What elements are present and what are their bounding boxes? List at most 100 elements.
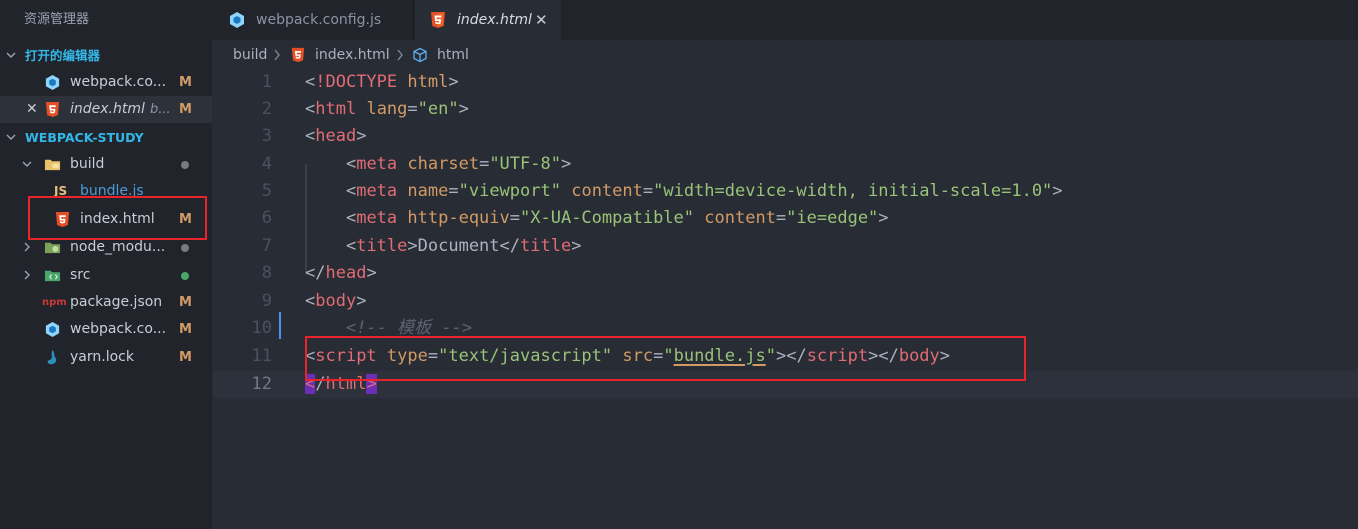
tree-item-src[interactable]: src <box>0 262 212 289</box>
line-number: 5 <box>261 181 272 201</box>
breadcrumb-item-build[interactable]: build <box>233 40 267 70</box>
code-line-current[interactable]: 12 </html> <box>213 371 1358 398</box>
line-number: 3 <box>261 126 272 146</box>
tab-label: webpack.config.js <box>256 12 382 28</box>
code-line[interactable]: 5 <meta name="viewport" content="width=d… <box>213 178 1358 205</box>
section-label: WEBPACK-STUDY <box>25 130 144 145</box>
file-name: webpack.co... <box>70 74 167 90</box>
line-number: 10 <box>251 318 272 338</box>
code-text: </html> <box>305 374 377 394</box>
js-icon: JS <box>54 184 68 198</box>
code-text: </head> <box>305 263 377 283</box>
code-text: <meta name="viewport" content="width=dev… <box>345 181 1063 201</box>
code-line[interactable]: 7 <title>Document</title> <box>213 233 1358 260</box>
html5-icon <box>55 211 70 228</box>
tree-item-webpack-config[interactable]: webpack.co... M <box>0 316 212 343</box>
code-text: <title>Document</title> <box>345 236 582 256</box>
status-dot <box>181 272 189 280</box>
line-number: 7 <box>261 236 272 256</box>
open-editor-item-index[interactable]: ✕ index.html b... M <box>0 96 212 123</box>
code-text: <script type="text/javascript" src="bund… <box>305 346 951 366</box>
webpack-icon <box>45 321 60 338</box>
html5-icon <box>431 12 445 28</box>
open-editor-item-webpack[interactable]: webpack.co... M <box>0 69 212 96</box>
file-name: build <box>70 156 105 172</box>
code-line[interactable]: 8 </head> <box>213 260 1358 287</box>
status-dot <box>181 244 189 252</box>
tree-item-node-modules[interactable]: node_modu... <box>0 234 212 261</box>
tree-item-package-json[interactable]: npm package.json M <box>0 289 212 316</box>
file-name: node_modu... <box>70 239 166 255</box>
tab-webpack-config[interactable]: webpack.config.js <box>214 0 414 40</box>
tree-item-yarn-lock[interactable]: yarn.lock M <box>0 344 212 371</box>
file-name: src <box>70 267 91 283</box>
webpack-icon <box>45 74 60 91</box>
explorer-sidebar: 打开的编辑器 webpack.co... M ✕ index.html b...… <box>0 40 212 529</box>
line-number: 2 <box>261 99 272 119</box>
html5-icon <box>45 101 60 118</box>
line-number: 12 <box>251 374 272 394</box>
code-text: <!DOCTYPE html> <box>305 72 459 92</box>
tree-item-build[interactable]: build <box>0 151 212 178</box>
breadcrumb-item-symbol[interactable]: html <box>437 40 469 70</box>
npm-icon: npm <box>42 297 67 308</box>
project-header[interactable]: WEBPACK-STUDY <box>0 124 212 151</box>
line-number: 1 <box>261 72 272 92</box>
html5-icon <box>291 47 305 63</box>
file-name: package.json <box>70 294 163 310</box>
chevron-right-icon <box>22 234 32 261</box>
build-folder-icon <box>44 159 61 171</box>
chevron-down-icon <box>22 151 32 178</box>
code-line[interactable]: 6 <meta http-equiv="X-UA-Compatible" con… <box>213 205 1358 232</box>
code-line[interactable]: 9 <body> <box>213 288 1358 315</box>
code-text: <head> <box>305 126 367 146</box>
tab-label: index.html <box>457 12 532 28</box>
tree-item-bundle-js[interactable]: JS bundle.js <box>0 178 212 205</box>
node-folder-icon <box>44 242 61 254</box>
code-text: <body> <box>305 291 367 311</box>
modified-badge: M <box>179 350 192 365</box>
chevron-down-icon <box>6 42 16 69</box>
code-line[interactable]: 4 <meta charset="UTF-8"> <box>213 151 1358 178</box>
file-name: index.html <box>80 211 155 227</box>
modified-badge: M <box>179 295 192 310</box>
code-text: <html lang="en"> <box>305 99 469 119</box>
file-name: webpack.co... <box>70 321 167 337</box>
chevron-down-icon <box>6 124 16 151</box>
code-editor[interactable]: build index.html html 1 <!DOCTYPE html> … <box>213 40 1358 529</box>
line-number: 11 <box>251 346 272 366</box>
line-number: 8 <box>261 263 272 283</box>
close-icon[interactable]: ✕ <box>26 96 38 123</box>
modified-badge: M <box>179 322 192 337</box>
status-dot <box>181 161 189 169</box>
line-number: 6 <box>261 208 272 228</box>
modified-badge: M <box>179 212 192 227</box>
line-number: 4 <box>261 154 272 174</box>
open-editors-header[interactable]: 打开的编辑器 <box>0 42 212 69</box>
modified-badge: M <box>179 102 192 117</box>
code-text: <meta http-equiv="X-UA-Compatible" conte… <box>345 208 889 228</box>
breadcrumb-item-file[interactable]: index.html <box>315 40 390 70</box>
breadcrumb: build index.html html <box>213 40 1358 70</box>
close-icon[interactable]: ✕ <box>535 0 548 40</box>
code-line[interactable]: 10 <!-- 模板 --> <box>213 315 1358 342</box>
tree-item-index-html[interactable]: index.html M <box>0 206 212 233</box>
code-text: <meta charset="UTF-8"> <box>345 154 572 174</box>
webpack-icon <box>230 12 244 28</box>
src-folder-icon <box>44 270 61 282</box>
file-name: index.html <box>70 101 145 117</box>
code-line[interactable]: 1 <!DOCTYPE html> <box>213 69 1358 96</box>
code-line[interactable]: 3 <head> <box>213 123 1358 150</box>
yarn-icon <box>47 349 57 365</box>
code-text: <!-- 模板 --> <box>345 318 473 338</box>
chevron-right-icon <box>22 262 32 289</box>
cube-icon <box>413 47 427 63</box>
explorer-title: 资源管理器 <box>0 0 212 40</box>
code-line[interactable]: 2 <html lang="en"> <box>213 96 1358 123</box>
code-line[interactable]: 11 <script type="text/javascript" src="b… <box>213 343 1358 370</box>
tab-bar: 资源管理器 webpack.config.js index.html ✕ <box>0 0 1358 40</box>
tab-index-html[interactable]: index.html ✕ <box>415 0 561 40</box>
file-name: yarn.lock <box>70 349 134 365</box>
modified-badge: M <box>179 75 192 90</box>
line-number: 9 <box>261 291 272 311</box>
